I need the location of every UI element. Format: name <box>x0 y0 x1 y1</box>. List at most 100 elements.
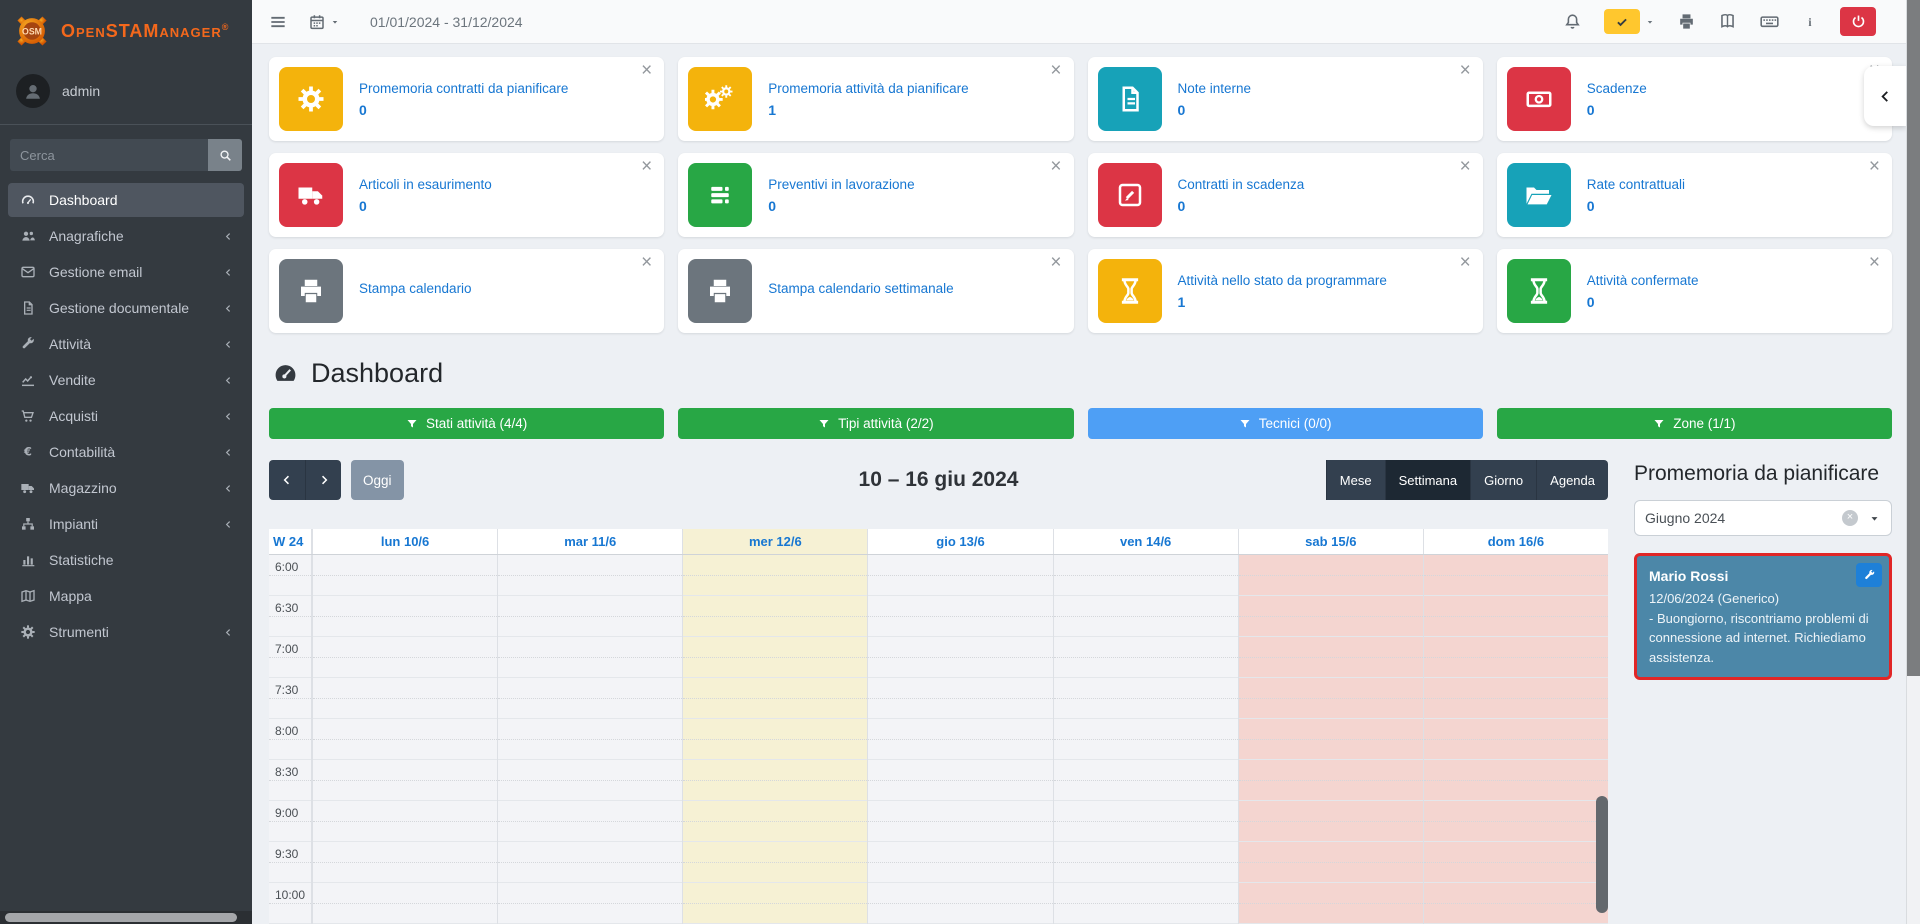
sidebar-item[interactable]: Statistiche <box>8 543 244 577</box>
docs-button[interactable] <box>1718 12 1737 31</box>
time-slot-cell[interactable] <box>868 719 1052 760</box>
day-column[interactable] <box>682 555 867 924</box>
widget-title-link[interactable]: Note interne <box>1178 81 1252 96</box>
widget-title-link[interactable]: Attività confermate <box>1587 273 1699 288</box>
close-icon[interactable]: × <box>1050 61 1061 80</box>
day-header[interactable]: ven 14/6 <box>1053 529 1238 554</box>
time-slot-cell[interactable] <box>683 760 867 801</box>
time-slot-cell[interactable] <box>1054 883 1238 924</box>
sidebar-item[interactable]: Gestione documentale <box>8 291 244 325</box>
time-slot-cell[interactable] <box>1424 637 1608 678</box>
search-button[interactable] <box>208 139 242 171</box>
time-slot-cell[interactable] <box>1239 801 1423 842</box>
time-slot-cell[interactable] <box>868 883 1052 924</box>
widget-title-link[interactable]: Attività nello stato da programmare <box>1178 273 1387 288</box>
day-header[interactable]: dom 16/6 <box>1423 529 1608 554</box>
widget-title-link[interactable]: Scadenze <box>1587 81 1647 96</box>
time-slot-cell[interactable] <box>868 678 1052 719</box>
widget-title-link[interactable]: Stampa calendario settimanale <box>768 281 953 296</box>
day-column[interactable] <box>312 555 497 924</box>
time-slot-cell[interactable] <box>683 637 867 678</box>
time-slot-cell[interactable] <box>498 719 682 760</box>
sidebar-item[interactable]: Impianti <box>8 507 244 541</box>
user-panel[interactable]: admin <box>0 62 252 125</box>
calendar-grid[interactable]: 6:00 6:30 7:00 7:30 8:00 8:30 9:00 <box>269 555 1608 924</box>
widget-title-link[interactable]: Preventivi in lavorazione <box>768 177 914 192</box>
time-slot-cell[interactable] <box>313 760 497 801</box>
close-icon[interactable]: × <box>1460 61 1471 80</box>
time-slot-cell[interactable] <box>313 555 497 596</box>
time-slot-cell[interactable] <box>1054 719 1238 760</box>
close-icon[interactable]: × <box>1460 157 1471 176</box>
plan-activity-button[interactable] <box>1856 563 1882 587</box>
sidebar-item[interactable]: Magazzino <box>8 471 244 505</box>
time-slot-cell[interactable] <box>1424 596 1608 637</box>
sidebar-item[interactable]: Dashboard <box>8 183 244 217</box>
time-slot-cell[interactable] <box>868 637 1052 678</box>
scrollbar-thumb[interactable] <box>5 913 237 922</box>
time-slot-cell[interactable] <box>1239 555 1423 596</box>
time-slot-cell[interactable] <box>1054 842 1238 883</box>
time-slot-cell[interactable] <box>313 596 497 637</box>
time-slot-cell[interactable] <box>498 801 682 842</box>
widget-title-link[interactable]: Articoli in esaurimento <box>359 177 492 192</box>
widget-title-link[interactable]: Contratti in scadenza <box>1178 177 1305 192</box>
day-header[interactable]: mer 12/6 <box>682 529 867 554</box>
sidebar-item[interactable]: Gestione email <box>8 255 244 289</box>
time-slot-cell[interactable] <box>1239 637 1423 678</box>
close-icon[interactable]: × <box>1460 253 1471 272</box>
time-slot-cell[interactable] <box>683 719 867 760</box>
close-icon[interactable]: × <box>1050 253 1061 272</box>
widget-title-link[interactable]: Promemoria contratti da pianificare <box>359 81 568 96</box>
scrollbar-thumb[interactable] <box>1907 0 1920 676</box>
filter-button[interactable]: Tipi attività (2/2) <box>678 408 1073 439</box>
day-header[interactable]: sab 15/6 <box>1238 529 1423 554</box>
time-slot-cell[interactable] <box>313 842 497 883</box>
time-slot-cell[interactable] <box>498 678 682 719</box>
month-filter-select[interactable]: Giugno 2024 × <box>1634 500 1892 536</box>
calendar-scrollbar-thumb[interactable] <box>1596 796 1608 913</box>
time-slot-cell[interactable] <box>1054 760 1238 801</box>
sidebar-item[interactable]: Mappa <box>8 579 244 613</box>
info-button[interactable] <box>1802 14 1818 30</box>
time-slot-cell[interactable] <box>683 678 867 719</box>
time-slot-cell[interactable] <box>683 801 867 842</box>
time-slot-cell[interactable] <box>498 760 682 801</box>
hamburger-menu-button[interactable] <box>268 12 288 32</box>
time-slot-cell[interactable] <box>313 719 497 760</box>
shortcuts-button[interactable] <box>1759 11 1780 32</box>
sidebar-item[interactable]: Acquisti <box>8 399 244 433</box>
time-slot-cell[interactable] <box>683 596 867 637</box>
time-slot-cell[interactable] <box>868 596 1052 637</box>
time-slot-cell[interactable] <box>313 801 497 842</box>
time-slot-cell[interactable] <box>683 842 867 883</box>
close-icon[interactable]: × <box>1869 253 1880 272</box>
time-slot-cell[interactable] <box>313 883 497 924</box>
time-slot-cell[interactable] <box>1424 719 1608 760</box>
notifications-button[interactable] <box>1563 12 1582 31</box>
sidebar-item[interactable]: Anagrafiche <box>8 219 244 253</box>
day-column[interactable] <box>1423 555 1608 924</box>
time-slot-cell[interactable] <box>498 883 682 924</box>
view-button[interactable]: Mese <box>1326 460 1385 500</box>
period-calendar-button[interactable] <box>308 13 340 31</box>
day-header[interactable]: gio 13/6 <box>867 529 1052 554</box>
time-slot-cell[interactable] <box>1054 555 1238 596</box>
time-slot-cell[interactable] <box>1239 678 1423 719</box>
filter-button[interactable]: Stati attività (4/4) <box>269 408 664 439</box>
time-slot-cell[interactable] <box>1239 883 1423 924</box>
search-input[interactable] <box>10 139 208 171</box>
widget-title-link[interactable]: Rate contrattuali <box>1587 177 1685 192</box>
filter-button[interactable]: Tecnici (0/0) <box>1088 408 1483 439</box>
widget-title-link[interactable]: Stampa calendario <box>359 281 472 296</box>
close-icon[interactable]: × <box>641 61 652 80</box>
sidebar-item[interactable]: Strumenti <box>8 615 244 649</box>
time-slot-cell[interactable] <box>683 883 867 924</box>
close-icon[interactable]: × <box>1050 157 1061 176</box>
week-number[interactable]: W 24 <box>269 529 312 554</box>
time-slot-cell[interactable] <box>498 637 682 678</box>
time-slot-cell[interactable] <box>1424 883 1608 924</box>
time-slot-cell[interactable] <box>1239 760 1423 801</box>
time-slot-cell[interactable] <box>683 555 867 596</box>
time-slot-cell[interactable] <box>868 555 1052 596</box>
